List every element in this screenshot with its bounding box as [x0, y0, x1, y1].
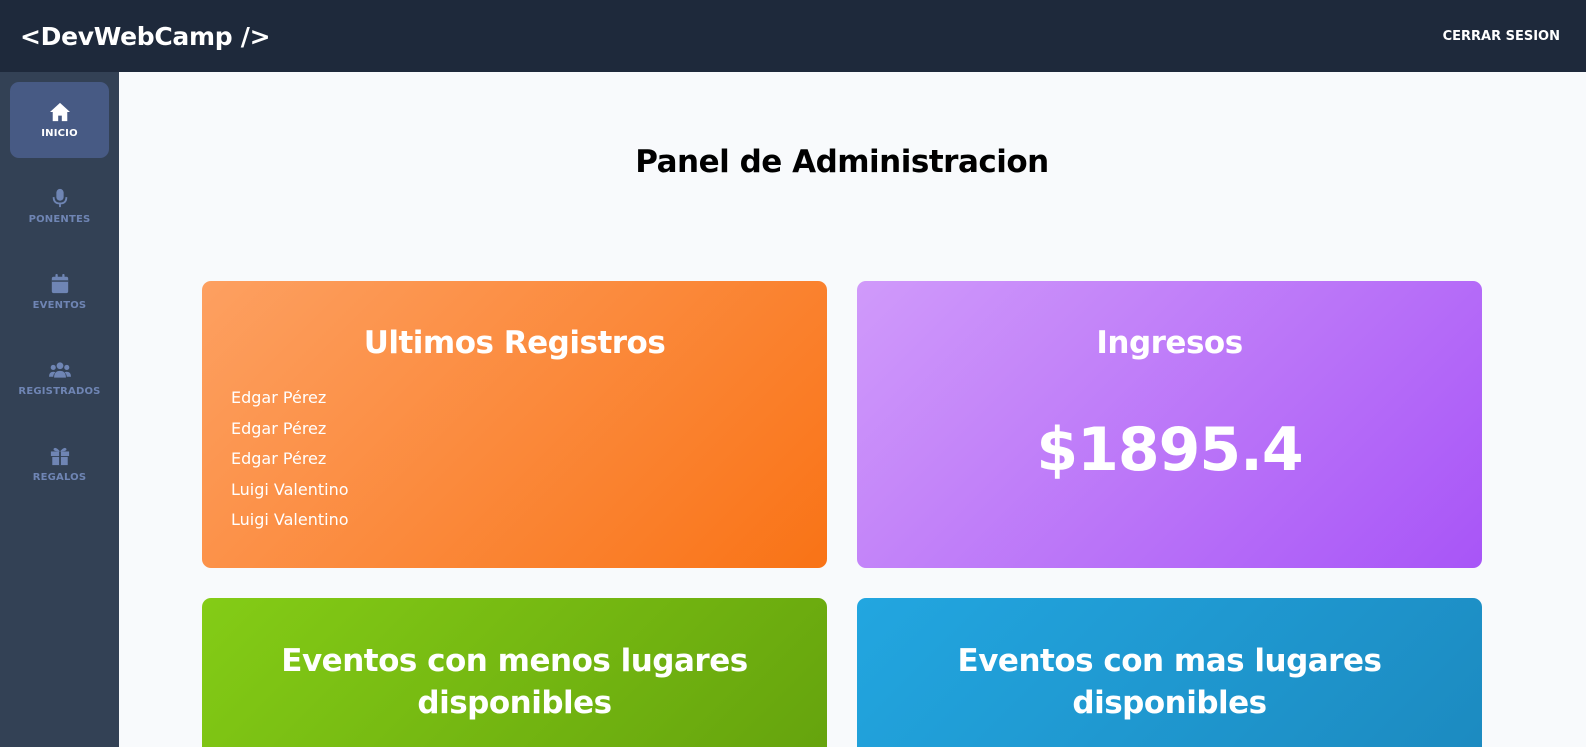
card-title: Ingresos [1096, 325, 1243, 361]
sidebar-item-eventos[interactable]: EVENTOS [10, 254, 109, 330]
page-title-wrap: Panel de Administracion [202, 144, 1482, 180]
list-item: Edgar Pérez [231, 388, 327, 407]
card-title: Eventos con mas lugares disponibles [957, 643, 1382, 721]
users-icon [48, 360, 71, 380]
card-title: Eventos con menos lugares disponibles [281, 643, 748, 721]
sidebar-item-label: REGISTRADOS [18, 385, 101, 397]
registrations-list: Edgar Pérez Edgar Pérez Edgar Pérez Luig… [231, 383, 827, 536]
sidebar-item-label: PONENTES [28, 213, 91, 225]
sidebar-item-label: INICIO [41, 127, 78, 139]
revenue-card: Ingresos $1895.4 [857, 281, 1482, 568]
calendar-icon [49, 273, 71, 294]
list-item: Edgar Pérez [231, 449, 327, 468]
most-seats-card: Eventos con mas lugares disponibles [857, 598, 1482, 747]
latest-registrations-card: Ultimos Registros Edgar Pérez Edgar Pére… [202, 281, 827, 568]
microphone-icon [49, 188, 71, 208]
revenue-amount: $1895.4 [1036, 415, 1303, 485]
page-title: Panel de Administracion [635, 144, 1049, 180]
top-header: <DevWebCamp /> CERRAR SESION [0, 0, 1586, 72]
sidebar: INICIO PONENTES EVENTOS REGISTRADOS REGA… [0, 72, 119, 747]
home-icon [49, 102, 71, 122]
fewest-seats-card: Eventos con menos lugares disponibles [202, 598, 827, 747]
sidebar-item-inicio[interactable]: INICIO [10, 82, 109, 158]
logo[interactable]: <DevWebCamp /> [20, 22, 271, 51]
list-item: Edgar Pérez [231, 418, 327, 438]
card-title: Ultimos Registros [363, 325, 666, 361]
sidebar-item-registrados[interactable]: REGISTRADOS [10, 340, 109, 416]
main-content: Panel de Administracion Ultimos Registro… [119, 72, 1586, 747]
sidebar-item-ponentes[interactable]: PONENTES [10, 168, 109, 244]
logout-button[interactable]: CERRAR SESION [1443, 29, 1560, 44]
gift-icon [49, 446, 71, 466]
sidebar-item-label: REGALOS [32, 471, 87, 483]
list-item: Luigi Valentino [231, 479, 349, 499]
sidebar-item-label: EVENTOS [32, 299, 87, 311]
list-item: Luigi Valentino [231, 510, 349, 529]
sidebar-item-regalos[interactable]: REGALOS [10, 426, 109, 502]
